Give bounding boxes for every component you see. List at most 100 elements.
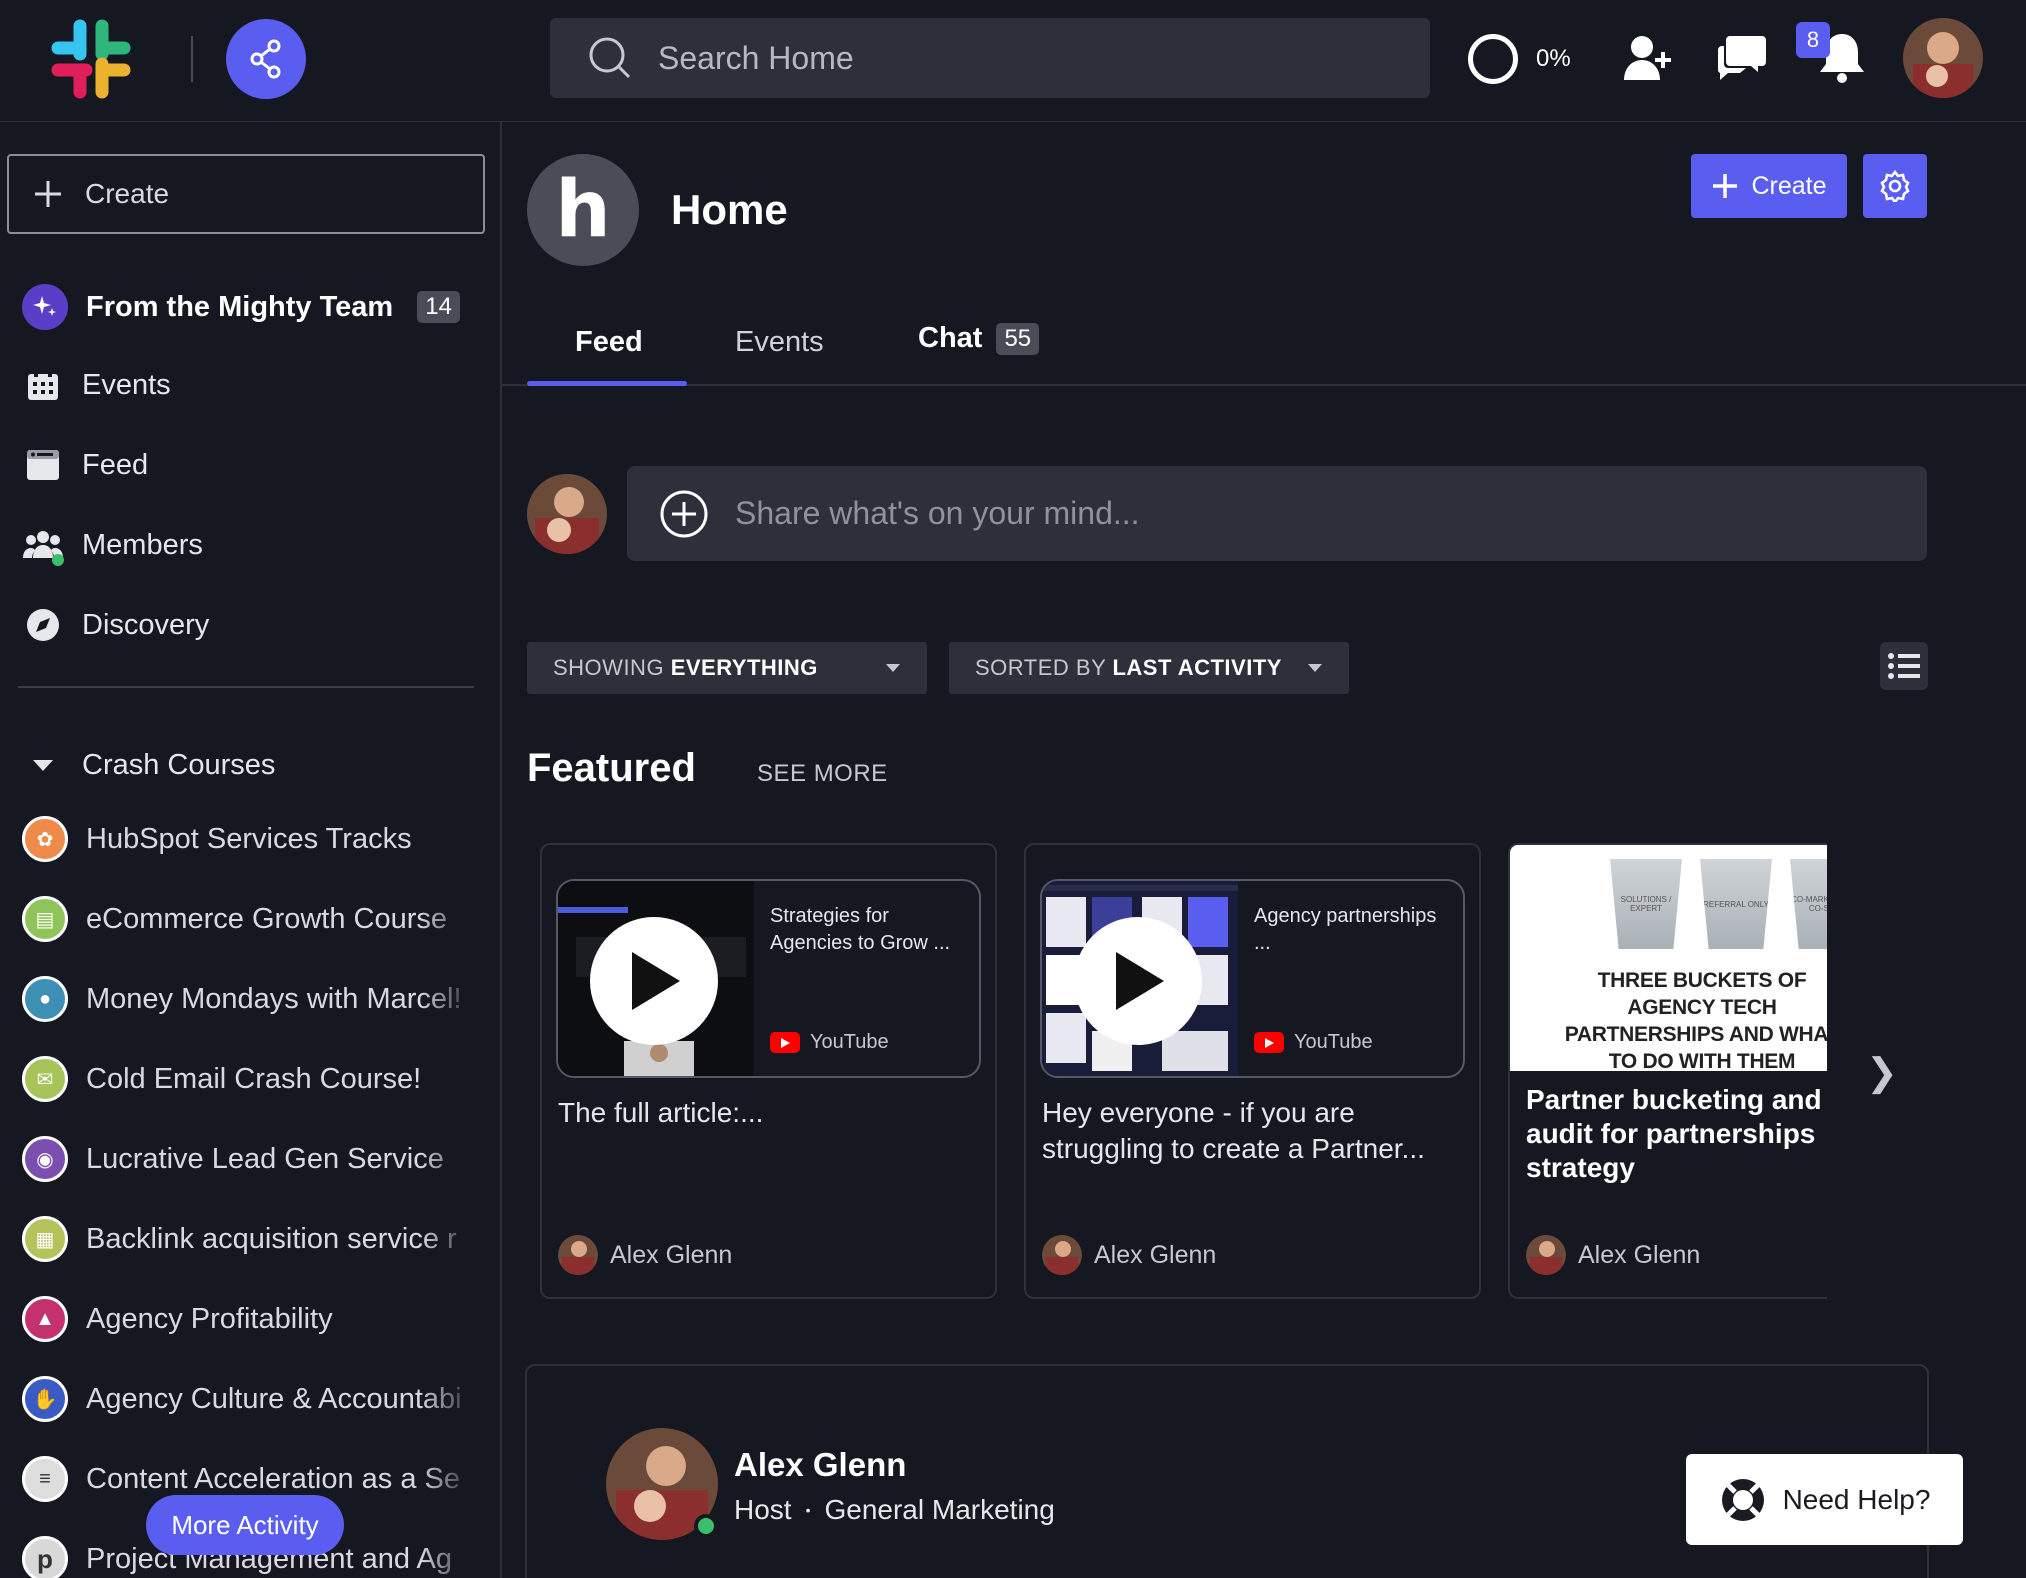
plus-icon bbox=[1713, 174, 1738, 198]
featured-card[interactable]: SOLUTIONS / EXPERT REFERRAL ONLY CO-MARK… bbox=[1508, 843, 1827, 1299]
need-help-label: Need Help? bbox=[1782, 1483, 1931, 1515]
tab-feed[interactable]: Feed bbox=[575, 326, 643, 359]
course-label: eCommerce Growth Course bbox=[86, 902, 447, 935]
card-author[interactable]: Alex Glenn bbox=[558, 1235, 732, 1275]
settings-button[interactable] bbox=[1863, 154, 1927, 218]
card-author[interactable]: Alex Glenn bbox=[1042, 1235, 1216, 1275]
chat-bubbles-icon bbox=[1717, 36, 1766, 80]
post-author-name[interactable]: Alex Glenn bbox=[734, 1446, 906, 1484]
course-label: Agency Profitability bbox=[86, 1302, 333, 1335]
featured-card[interactable]: Agency partnerships ... YouTube Hey ever… bbox=[1024, 843, 1481, 1299]
progress-text: 0% bbox=[1536, 45, 1571, 72]
video-embed[interactable]: Strategies for Agencies to Grow ... YouT… bbox=[556, 879, 981, 1078]
post-space-link[interactable]: General Marketing bbox=[824, 1494, 1054, 1526]
sidebar-course-item[interactable]: ▲ Agency Profitability bbox=[22, 1296, 462, 1342]
course-label: Content Acceleration as a Se bbox=[86, 1462, 461, 1495]
chevron-down-icon bbox=[886, 664, 900, 672]
sidebar-item-label: Discovery bbox=[82, 608, 210, 641]
space-avatar: h bbox=[527, 154, 639, 266]
post-composer[interactable]: Share what's on your mind... bbox=[627, 466, 1927, 561]
sidebar-item-events[interactable]: Events bbox=[22, 364, 171, 406]
course-avatar: ● bbox=[22, 976, 68, 1022]
post-meta: Host • General Marketing bbox=[734, 1494, 1055, 1526]
user-avatar[interactable] bbox=[1903, 18, 1983, 98]
author-avatar bbox=[558, 1235, 598, 1275]
slack-logo-icon[interactable] bbox=[50, 18, 132, 100]
course-avatar: ✉ bbox=[22, 1056, 68, 1102]
card-author[interactable]: Alex Glenn bbox=[1526, 1235, 1700, 1275]
course-label: Lucrative Lead Gen Service bbox=[86, 1142, 444, 1175]
card-text: Partner bucketing and audit for partners… bbox=[1526, 1084, 1822, 1183]
embed-title: Agency partnerships ... bbox=[1254, 905, 1437, 954]
author-name: Alex Glenn bbox=[1578, 1240, 1701, 1269]
embed-source-label: YouTube bbox=[810, 1031, 889, 1053]
course-avatar: ✿ bbox=[22, 816, 68, 862]
sidebar-item-label: Members bbox=[82, 528, 203, 561]
tab-chat-label: Chat bbox=[918, 322, 983, 354]
gear-icon bbox=[1880, 170, 1910, 202]
sidebar-course-item[interactable]: ▤ eCommerce Growth Course bbox=[22, 896, 462, 942]
carousel-next-arrow-icon[interactable]: ❯ bbox=[1866, 1050, 1898, 1095]
play-button-icon[interactable] bbox=[1074, 917, 1202, 1045]
more-activity-button[interactable]: More Activity bbox=[146, 1495, 344, 1555]
card-text: Hey everyone - if you are struggling to … bbox=[1042, 1097, 1425, 1164]
compass-icon bbox=[22, 604, 64, 646]
online-status-indicator bbox=[694, 1514, 718, 1538]
filter-value: EVERYTHING bbox=[670, 655, 818, 680]
share-button[interactable] bbox=[226, 19, 306, 99]
course-avatar: ✋ bbox=[22, 1376, 68, 1422]
list-view-toggle[interactable] bbox=[1880, 642, 1928, 690]
create-button[interactable]: Create bbox=[1691, 154, 1847, 218]
sidebar-course-item[interactable]: ✉ Cold Email Crash Course! bbox=[22, 1056, 462, 1102]
youtube-icon bbox=[1254, 1032, 1284, 1053]
sort-prefix: SORTED BY bbox=[975, 655, 1106, 680]
tab-events[interactable]: Events bbox=[735, 326, 824, 359]
card-text: The full article:... bbox=[558, 1097, 764, 1128]
tab-chat[interactable]: Chat 55 bbox=[918, 322, 1040, 355]
sidebar-course-item[interactable]: ▦ Backlink acquisition service r bbox=[22, 1216, 462, 1262]
course-avatar: p bbox=[22, 1536, 68, 1578]
featured-card[interactable]: Strategies for Agencies to Grow ... YouT… bbox=[540, 843, 997, 1299]
filter-prefix: SHOWING bbox=[553, 655, 665, 680]
sidebar-create-button[interactable]: Create bbox=[7, 154, 485, 234]
author-avatar bbox=[1042, 1235, 1082, 1275]
create-label: Create bbox=[1751, 171, 1827, 200]
sidebar-item-mighty-team[interactable]: From the Mighty Team 14 bbox=[22, 284, 460, 330]
search-placeholder: Search Home bbox=[658, 39, 854, 76]
messages-button[interactable] bbox=[1716, 32, 1768, 89]
video-embed[interactable]: Agency partnerships ... YouTube bbox=[1040, 879, 1465, 1078]
section-toggle-crash-courses[interactable]: Crash Courses bbox=[22, 744, 275, 786]
course-label: Money Mondays with Marcel! bbox=[86, 982, 462, 1015]
search-icon bbox=[589, 37, 631, 79]
see-more-link[interactable]: SEE MORE bbox=[757, 760, 888, 788]
search-bar[interactable]: Search Home bbox=[550, 18, 1430, 98]
invite-user-button[interactable] bbox=[1622, 32, 1674, 89]
sidebar-item-discovery[interactable]: Discovery bbox=[22, 604, 209, 646]
sidebar-course-item[interactable]: ✿ HubSpot Services Tracks bbox=[22, 816, 462, 862]
composer-placeholder: Share what's on your mind... bbox=[735, 495, 1140, 531]
course-label: HubSpot Services Tracks bbox=[86, 822, 412, 855]
sidebar-course-item[interactable]: ◉ Lucrative Lead Gen Service bbox=[22, 1136, 462, 1182]
sidebar-item-feed[interactable]: Feed bbox=[22, 444, 148, 486]
play-button-icon[interactable] bbox=[590, 917, 718, 1045]
section-label: Crash Courses bbox=[82, 748, 276, 781]
sidebar-course-item[interactable]: ✋ Agency Culture & Accountabi bbox=[22, 1376, 462, 1422]
course-avatar: ◉ bbox=[22, 1136, 68, 1182]
plus-icon bbox=[35, 181, 61, 207]
tab-bar: Feed Events Chat 55 bbox=[502, 300, 2026, 386]
course-avatar: ≡ bbox=[22, 1456, 68, 1502]
progress-indicator[interactable]: 0% bbox=[1468, 34, 1571, 84]
sidebar-course-item[interactable]: ● Money Mondays with Marcel! bbox=[22, 976, 462, 1022]
sparkle-icon bbox=[22, 284, 68, 330]
need-help-button[interactable]: Need Help? bbox=[1686, 1454, 1963, 1545]
page-title: Home bbox=[671, 186, 788, 233]
video-thumbnail bbox=[558, 881, 754, 1076]
embed-source: YouTube bbox=[1254, 1031, 1373, 1054]
sort-dropdown[interactable]: SORTED BY LAST ACTIVITY bbox=[949, 642, 1349, 694]
progress-ring-icon bbox=[1468, 34, 1518, 84]
sidebar-item-members[interactable]: Members bbox=[22, 524, 203, 566]
composer-avatar bbox=[527, 474, 607, 554]
filter-showing-dropdown[interactable]: SHOWING EVERYTHING bbox=[527, 642, 927, 694]
author-name: Alex Glenn bbox=[610, 1240, 733, 1269]
bucket-graphic: REFERRAL ONLY bbox=[1700, 859, 1772, 949]
